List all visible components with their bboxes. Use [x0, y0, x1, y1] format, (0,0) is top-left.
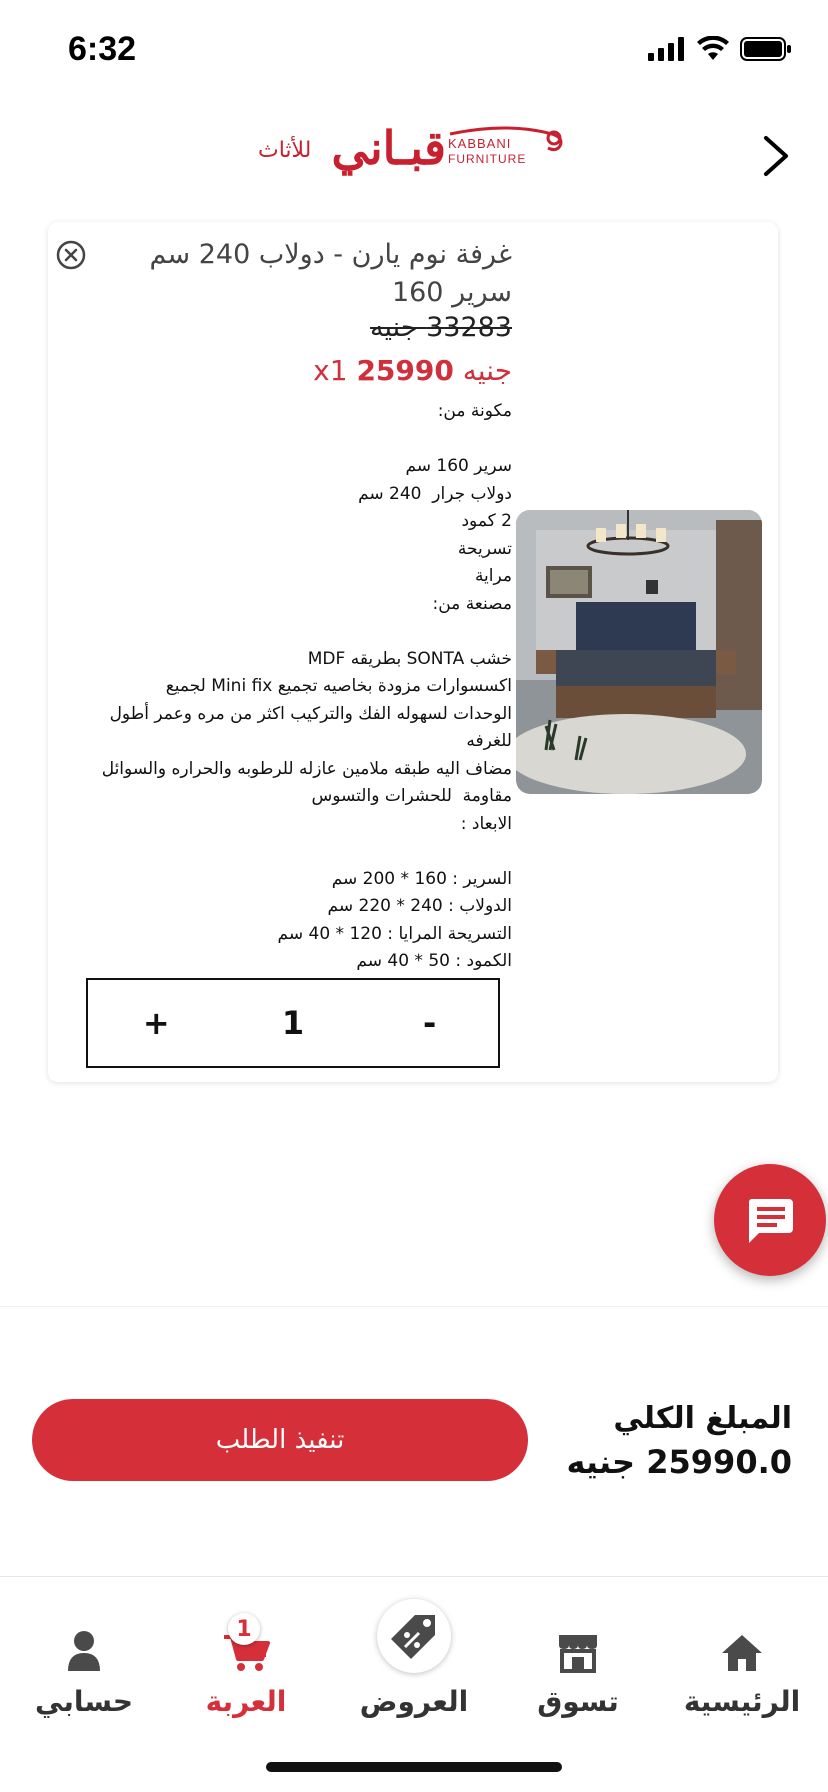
description-line: للغرفه	[466, 731, 512, 751]
tab-cart-label: العربة	[205, 1685, 287, 1718]
header: للأثاث قبـاني KABBANI FURNITURE	[0, 96, 828, 206]
quantity-stepper: + 1 -	[86, 978, 500, 1068]
new-price-currency: جنيه	[462, 354, 512, 387]
chevron-right-icon	[764, 136, 788, 176]
cart-badge: 1	[228, 1613, 260, 1645]
description-line	[82, 618, 512, 646]
decrease-quantity-button[interactable]: -	[361, 980, 498, 1066]
description-line: التسريحة المرايا : 120 * 40 سم	[277, 923, 512, 944]
bedroom-photo	[516, 510, 762, 794]
close-circle-icon	[56, 240, 86, 270]
total-label: المبلغ الكلي	[613, 1401, 792, 1436]
tab-account[interactable]: حسابي	[4, 1617, 164, 1737]
description-line: تسريحة	[457, 538, 512, 559]
description-line	[82, 426, 512, 454]
status-bar: 6:32	[0, 0, 828, 96]
tab-shop[interactable]: تسوق	[498, 1617, 658, 1737]
remove-item-button[interactable]	[56, 240, 86, 270]
description-line: السرير : 160 * 200 سم	[331, 868, 512, 889]
quantity-value: 1	[281, 1004, 305, 1042]
logo-en-line1: KABBANI	[448, 136, 512, 151]
product-description: مكونة من: سرير 160 سم دولاب جرار 240 سم …	[82, 398, 512, 976]
description-line: مكونة من:	[437, 401, 512, 421]
store-icon	[559, 1635, 597, 1673]
bottom-tab-bar: حسابي 1 العربة العروض تسوق الرئيسية	[0, 1576, 828, 1792]
cart-item-card: غرفة نوم يارن - دولاب 240 سم سرير 160 33…	[48, 222, 778, 1082]
home-icon	[722, 1635, 762, 1671]
description-line: سرير 160 سم	[405, 456, 512, 476]
tab-shop-label: تسوق	[537, 1685, 619, 1718]
new-price: جنيه 25990 x1	[313, 354, 512, 387]
old-price: 33283 جنيه	[370, 312, 512, 343]
home-indicator	[266, 1762, 562, 1772]
chat-button[interactable]	[714, 1164, 826, 1276]
person-icon	[68, 1631, 100, 1671]
wifi-icon	[697, 36, 729, 60]
description-line: الكمود : 50 * 40 سم	[356, 951, 512, 971]
product-title: غرفة نوم يارن - دولاب 240 سم سرير 160	[149, 239, 512, 308]
description-line: مضاف اليه طبقه ملامين عازله للرطوبه والح…	[101, 758, 512, 779]
status-icons	[648, 36, 792, 62]
new-price-amount: 25990	[356, 354, 454, 387]
description-line: دولاب جرار 240 سم	[358, 483, 512, 504]
tab-offers-label: العروض	[359, 1685, 469, 1718]
kabbani-logo: للأثاث قبـاني KABBANI FURNITURE	[258, 118, 568, 182]
tab-home[interactable]: الرئيسية	[662, 1617, 822, 1737]
tab-account-label: حسابي	[34, 1685, 134, 1718]
logo-title-ar: قبـاني	[331, 121, 446, 175]
product-image[interactable]	[516, 510, 762, 794]
quantity-suffix: x1	[313, 354, 348, 387]
back-button[interactable]	[754, 126, 798, 186]
logo-subtitle-ar: للأثاث	[258, 138, 312, 163]
description-line: مراية	[474, 566, 512, 586]
total-value: 25990.0 جنيه	[566, 1443, 792, 1481]
checkout-button[interactable]: تنفيذ الطلب	[32, 1399, 528, 1481]
logo-en-line2: FURNITURE	[448, 152, 527, 166]
cellular-signal-icon	[648, 37, 684, 61]
tab-home-label: الرئيسية	[683, 1685, 801, 1718]
offers-tag-icon	[391, 1615, 435, 1659]
status-time: 6:32	[68, 30, 137, 68]
description-line: خشب SONTA بطريقه MDF	[307, 648, 512, 669]
description-line: 2 كمود	[461, 511, 512, 531]
chat-message-icon	[748, 1199, 793, 1243]
description-line: مقاومة للحشرات والتسوس	[311, 786, 512, 806]
order-summary: المبلغ الكلي 25990.0 جنيه تنفيذ الطلب	[0, 1306, 828, 1576]
description-line: الدولاب : 240 * 220 سم	[327, 896, 512, 916]
tab-cart[interactable]: 1 العربة	[166, 1613, 326, 1737]
tab-offers[interactable]: العروض	[334, 1599, 494, 1737]
description-line: اكسسوارات مزودة بخاصيه تجميع Mini fix لج…	[165, 676, 512, 696]
logo-en: KABBANI FURNITURE	[448, 126, 568, 170]
description-line	[82, 838, 512, 866]
description-line: مصنعة من:	[432, 593, 512, 614]
increase-quantity-button[interactable]: +	[88, 980, 225, 1066]
description-line: الابعاد :	[460, 813, 512, 834]
description-line: الوحدات لسهوله الفك والتركيب اكثر من مره…	[109, 703, 512, 724]
battery-icon	[740, 37, 791, 61]
